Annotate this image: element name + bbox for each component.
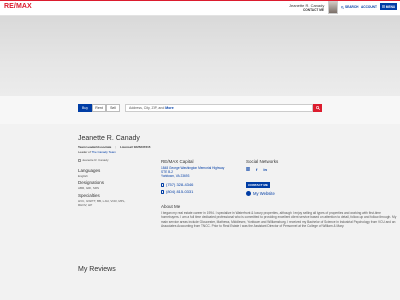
specialties-value: HVC, GWITT, BB, LJAI, VCR, MPL, RHOV, HP bbox=[78, 199, 126, 207]
phone-number-1: (757) 328-4346 bbox=[166, 182, 194, 187]
designations-value: ABR, GRI, SRS bbox=[78, 186, 100, 190]
top-navigation-bar: RE/MAX Jeanette R. Canady CONTACT ME SEA… bbox=[0, 0, 400, 16]
team-link[interactable]: The Canady Team bbox=[91, 150, 115, 154]
reviews-heading: My Reviews bbox=[78, 266, 116, 273]
tab-rent[interactable]: Rent bbox=[92, 104, 106, 112]
hamburger-icon bbox=[381, 5, 385, 8]
linkedin-icon[interactable]: in bbox=[263, 167, 267, 172]
specialties-label: Specialties bbox=[78, 193, 100, 198]
team-leader-line: Leader of The Canady Team bbox=[78, 150, 116, 154]
brand-stripe bbox=[0, 0, 400, 1]
search-placeholder: Address, City, ZIP, and bbox=[129, 106, 165, 110]
menu-label: MENU bbox=[385, 4, 396, 9]
office-address[interactable]: 1848 George Washington Memorial Highway … bbox=[161, 166, 241, 178]
header-search-button[interactable]: SEARCH bbox=[341, 5, 358, 9]
phone-link-1[interactable]: (757) 328-4346 bbox=[161, 182, 193, 187]
phone-link-2[interactable]: (804) 815-0331 bbox=[161, 189, 193, 194]
office-heading: RE/MAX Capital bbox=[161, 159, 194, 164]
header-search-label: SEARCH bbox=[345, 5, 359, 9]
agent-meta: Team Leader/Associate | License# 022523731… bbox=[78, 145, 151, 149]
broken-image-icon bbox=[78, 158, 81, 162]
leader-prefix: Leader of bbox=[78, 150, 91, 154]
search-icon bbox=[315, 106, 320, 110]
header-contact-me-link[interactable]: CONTACT ME bbox=[303, 8, 324, 12]
agent-photo: Jeanette R. Canady bbox=[78, 158, 109, 162]
instagram-icon[interactable] bbox=[246, 167, 250, 171]
office-address-line3: Yorktown, VA 23693 bbox=[161, 174, 190, 178]
designations-label: Designations bbox=[78, 180, 105, 185]
search-icon bbox=[341, 5, 344, 9]
search-more-link[interactable]: More bbox=[165, 106, 173, 110]
about-heading: About Me bbox=[161, 204, 181, 209]
search-tabs: Buy Rent Sell bbox=[78, 104, 120, 112]
my-website-label: My Website bbox=[253, 191, 275, 196]
menu-button[interactable]: MENU bbox=[380, 3, 397, 10]
search-submit-button[interactable] bbox=[313, 104, 322, 112]
facebook-icon[interactable]: f bbox=[256, 167, 257, 172]
search-input[interactable]: Address, City, ZIP, and More bbox=[125, 104, 313, 112]
remax-logo[interactable]: RE/MAX bbox=[4, 3, 32, 10]
mobile-phone-icon bbox=[161, 189, 164, 194]
globe-icon bbox=[246, 191, 251, 196]
tab-buy[interactable]: Buy bbox=[78, 104, 92, 112]
languages-label: Languages bbox=[78, 168, 101, 173]
social-heading: Social Networks bbox=[246, 159, 279, 164]
agent-photo-alt: Jeanette R. Canady bbox=[82, 158, 109, 162]
agent-license: License# 0225237315 bbox=[120, 145, 151, 149]
header-account-link[interactable]: ACCOUNT bbox=[361, 5, 377, 9]
languages-value: English bbox=[78, 174, 88, 178]
agent-avatar[interactable] bbox=[328, 1, 338, 14]
agent-name-heading: Jeanette R. Canady bbox=[78, 135, 140, 142]
phone-icon bbox=[161, 182, 164, 187]
phone-number-2: (804) 815-0331 bbox=[166, 189, 194, 194]
social-icons: f in bbox=[246, 167, 267, 172]
tab-sell[interactable]: Sell bbox=[106, 104, 120, 112]
agent-role: Team Leader/Associate bbox=[78, 145, 112, 149]
my-website-link[interactable]: My Website bbox=[246, 191, 275, 196]
about-text: I began my real estate career in 1994. I… bbox=[161, 211, 397, 228]
hero-banner bbox=[0, 16, 400, 96]
contact-me-button[interactable]: CONTACT ME bbox=[246, 182, 270, 188]
